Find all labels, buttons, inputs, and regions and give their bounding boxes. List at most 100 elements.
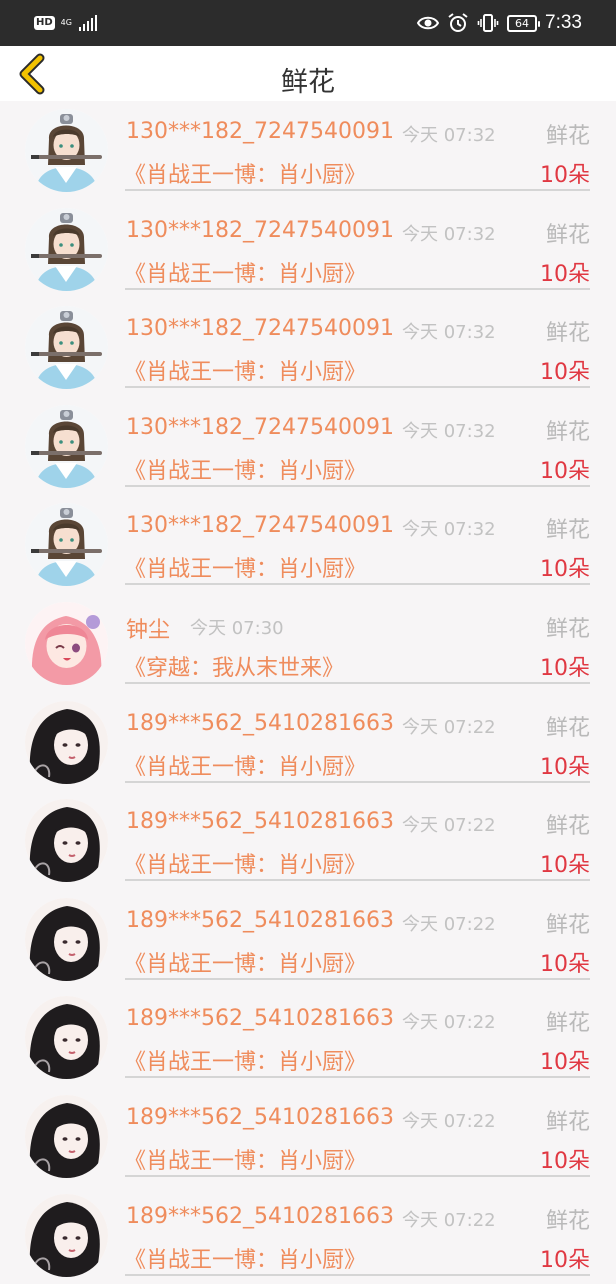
gift-time: 今天 07:32 (402, 223, 496, 245)
list-item[interactable]: 189***562_5410281663 今天 07:22 鲜花《肖战王一博：肖小厨… (0, 890, 616, 989)
network-type: 4G (60, 18, 72, 27)
list-item[interactable]: 189***562_5410281663 今天 07:22 鲜花《肖战王一博：肖小厨… (0, 1186, 616, 1284)
gift-count: 10朵 (540, 1148, 590, 1174)
gift-count: 10朵 (540, 163, 590, 188)
user-name[interactable]: 189***562_5410281663 (126, 711, 394, 736)
user-name[interactable]: 189***562_5410281663 (126, 1204, 394, 1229)
user-name[interactable]: 189***562_5410281663 (126, 809, 394, 834)
gift-time: 今天 07:22 (402, 1209, 496, 1231)
gift-type: 鲜花 (545, 518, 590, 544)
eye-icon (417, 16, 440, 30)
avatar[interactable] (25, 306, 108, 390)
list-item[interactable]: 130***182_7247540091 今天 07:32 鲜花 《肖战王一博：肖小厨… (0, 101, 616, 200)
divider (125, 1076, 590, 1079)
gift-count: 10朵 (540, 655, 590, 681)
vibrate-icon (477, 14, 499, 32)
avatar[interactable] (25, 503, 108, 587)
divider (125, 484, 590, 487)
gift-time: 今天 07:22 (402, 815, 496, 837)
gift-time: 今天 07:22 (402, 1012, 496, 1034)
user-name[interactable]: 189***562_5410281663 (126, 1006, 394, 1031)
gift-time: 今天 07:22 (402, 716, 496, 738)
gift-record-list: 130***182_7247540091 今天 07:32 鲜花 《肖战王一博：肖小厨… (0, 101, 616, 1284)
gift-count: 10朵 (540, 1050, 590, 1076)
gift-count: 10朵 (540, 951, 590, 977)
avatar[interactable] (25, 404, 108, 488)
gift-time: 今天 07:30 (190, 617, 284, 639)
avatar[interactable] (25, 1094, 108, 1178)
list-item[interactable]: 130***182_7247540091 今天 07:32 鲜花 《肖战王一博：肖小厨… (0, 298, 616, 397)
list-item[interactable]: 130***182_7247540091 今天 07:32 鲜花《肖战王一博：肖小厨… (0, 200, 616, 299)
page-title: 鲜花 (281, 67, 335, 98)
divider (125, 879, 590, 882)
divider (125, 977, 590, 980)
alarm-icon (448, 13, 468, 32)
user-name[interactable]: 钟尘 (126, 612, 170, 644)
user-name[interactable]: 130***182_7247540091 (126, 316, 394, 341)
divider (125, 1174, 590, 1177)
divider (125, 386, 590, 389)
gift-type: 鲜花 (545, 1011, 590, 1037)
gift-type: 鲜花 (545, 616, 590, 642)
list-item[interactable]: 189***562_5410281663 今天 07:22 鲜花《肖战王一博：肖小厨… (0, 791, 616, 890)
avatar[interactable] (25, 601, 108, 685)
avatar[interactable] (25, 897, 108, 981)
user-name[interactable]: 130***182_7247540091 (126, 218, 394, 243)
book-title[interactable]: 《肖战王一博：肖小厨》 (124, 749, 366, 781)
book-title[interactable]: 《肖战王一博：肖小厨》 (124, 551, 366, 583)
book-title[interactable]: 《肖战王一博：肖小厨》 (124, 453, 366, 485)
gift-type: 鲜花 (545, 912, 590, 938)
gift-type: 鲜花 (545, 814, 590, 840)
avatar[interactable] (25, 1193, 108, 1277)
book-title[interactable]: 《肖战王一博：肖小厨》 (124, 946, 366, 978)
divider (125, 1273, 590, 1276)
status-right: 64 7:33 (417, 10, 582, 36)
divider (125, 189, 590, 191)
list-item[interactable]: 130***182_7247540091 今天 07:32 鲜花《肖战王一博：肖小厨… (0, 495, 616, 594)
book-title[interactable]: 《肖战王一博：肖小厨》 (124, 256, 366, 288)
gift-time: 今天 07:32 (402, 519, 496, 541)
avatar[interactable] (25, 996, 108, 1080)
gift-count: 10朵 (540, 557, 590, 583)
book-title[interactable]: 《肖战王一博：肖小厨》 (124, 1143, 366, 1175)
gift-count: 10朵 (540, 360, 590, 386)
avatar[interactable] (25, 207, 108, 291)
hd-badge: HD (34, 16, 55, 30)
gift-type: 鲜花 (545, 124, 590, 149)
book-title[interactable]: 《穿越：我从末世来》 (124, 650, 344, 682)
gift-type: 鲜花 (545, 1109, 590, 1135)
book-title[interactable]: 《肖战王一博：肖小厨》 (124, 354, 366, 386)
book-title[interactable]: 《肖战王一博：肖小厨》 (124, 1044, 366, 1076)
user-name[interactable]: 130***182_7247540091 (126, 513, 394, 538)
gift-time: 今天 07:22 (402, 913, 496, 935)
list-item[interactable]: 130***182_7247540091 今天 07:32 鲜花《肖战王一博：肖小厨… (0, 397, 616, 496)
user-name[interactable]: 130***182_7247540091 (126, 119, 394, 144)
book-title[interactable]: 《肖战王一博：肖小厨》 (124, 1242, 366, 1274)
book-title[interactable]: 《肖战王一博：肖小厨》 (124, 847, 366, 879)
gift-count: 10朵 (540, 853, 590, 879)
gift-type: 鲜花 (545, 1208, 590, 1234)
gift-count: 10朵 (540, 754, 590, 780)
status-left: HD 4G (34, 13, 97, 33)
avatar[interactable] (25, 700, 108, 784)
gift-type: 鲜花 (545, 222, 590, 248)
header-bar: 鲜花 (0, 46, 616, 101)
book-title[interactable]: 《肖战王一博：肖小厨》 (124, 157, 366, 189)
list-item[interactable]: 钟尘 今天 07:30 鲜花《穿越：我从末世来》 10朵 (0, 594, 616, 693)
gift-time: 今天 07:32 (402, 420, 496, 442)
divider (125, 780, 590, 783)
avatar[interactable] (25, 799, 108, 883)
user-name[interactable]: 189***562_5410281663 (126, 1105, 394, 1130)
gift-type: 鲜花 (545, 715, 590, 741)
avatar[interactable] (25, 109, 108, 192)
gift-count: 10朵 (540, 1247, 590, 1273)
list-item[interactable]: 189***562_5410281663 今天 07:22 鲜花《肖战王一博：肖小厨… (0, 693, 616, 792)
battery-indicator: 64 (507, 14, 541, 32)
list-item[interactable]: 189***562_5410281663 今天 07:22 鲜花 《肖战王一博：肖小厨… (0, 1087, 616, 1186)
gift-type: 鲜花 (545, 419, 590, 445)
signal-icon (78, 15, 97, 31)
list-item[interactable]: 189***562_5410281663 今天 07:22 鲜花《肖战王一博：肖小厨… (0, 988, 616, 1087)
user-name[interactable]: 189***562_5410281663 (126, 908, 394, 933)
user-name[interactable]: 130***182_7247540091 (126, 415, 394, 440)
status-bar: HD 4G 64 7:33 (0, 0, 616, 46)
